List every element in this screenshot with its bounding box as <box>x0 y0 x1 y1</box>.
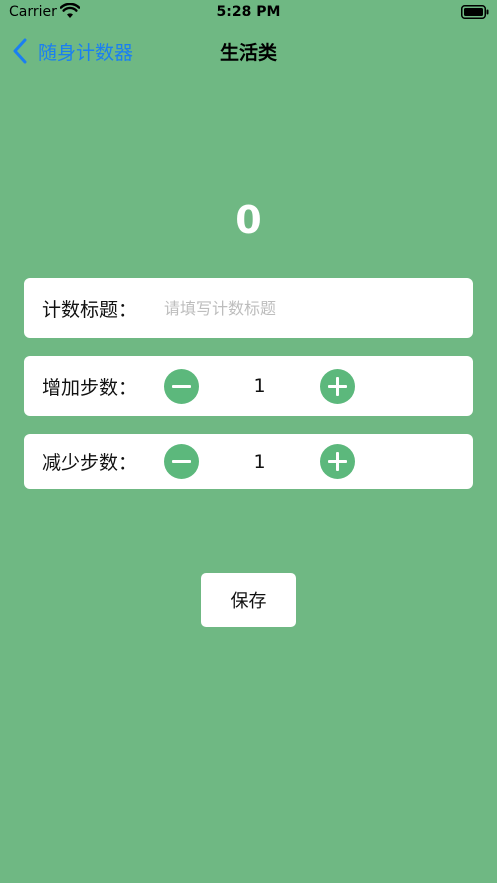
increase-step-label: 增加步数： <box>42 376 138 399</box>
title-row: 计数标题： <box>24 278 473 338</box>
page-title: 生活类 <box>219 42 277 64</box>
decrease-step-row: 减少步数： 1 <box>24 434 473 489</box>
decrease-minus-button[interactable] <box>164 444 199 479</box>
title-label: 计数标题： <box>42 298 138 321</box>
decrease-step-value: 1 <box>253 450 266 473</box>
counter-value: 0 <box>235 198 262 242</box>
increase-minus-button[interactable] <box>164 368 199 404</box>
increase-step-value: 1 <box>253 375 266 397</box>
increase-plus-button[interactable] <box>320 368 355 404</box>
decrease-step-label: 减少步数： <box>42 452 138 474</box>
battery-icon <box>461 5 489 19</box>
status-bar: Carrier 5:28 PM <box>0 0 497 26</box>
status-time: 5:28 PM <box>216 4 281 20</box>
decrease-stepper: 1 <box>164 444 355 479</box>
increase-stepper: 1 <box>164 368 355 404</box>
minus-icon <box>172 460 191 463</box>
navigation-bar: 随身计数器 生活类 <box>0 30 497 74</box>
save-button[interactable]: 保存 <box>201 573 296 627</box>
title-input[interactable] <box>164 298 444 318</box>
minus-icon <box>172 384 191 388</box>
decrease-plus-button[interactable] <box>320 444 355 479</box>
increase-step-row: 增加步数： 1 <box>24 356 473 416</box>
